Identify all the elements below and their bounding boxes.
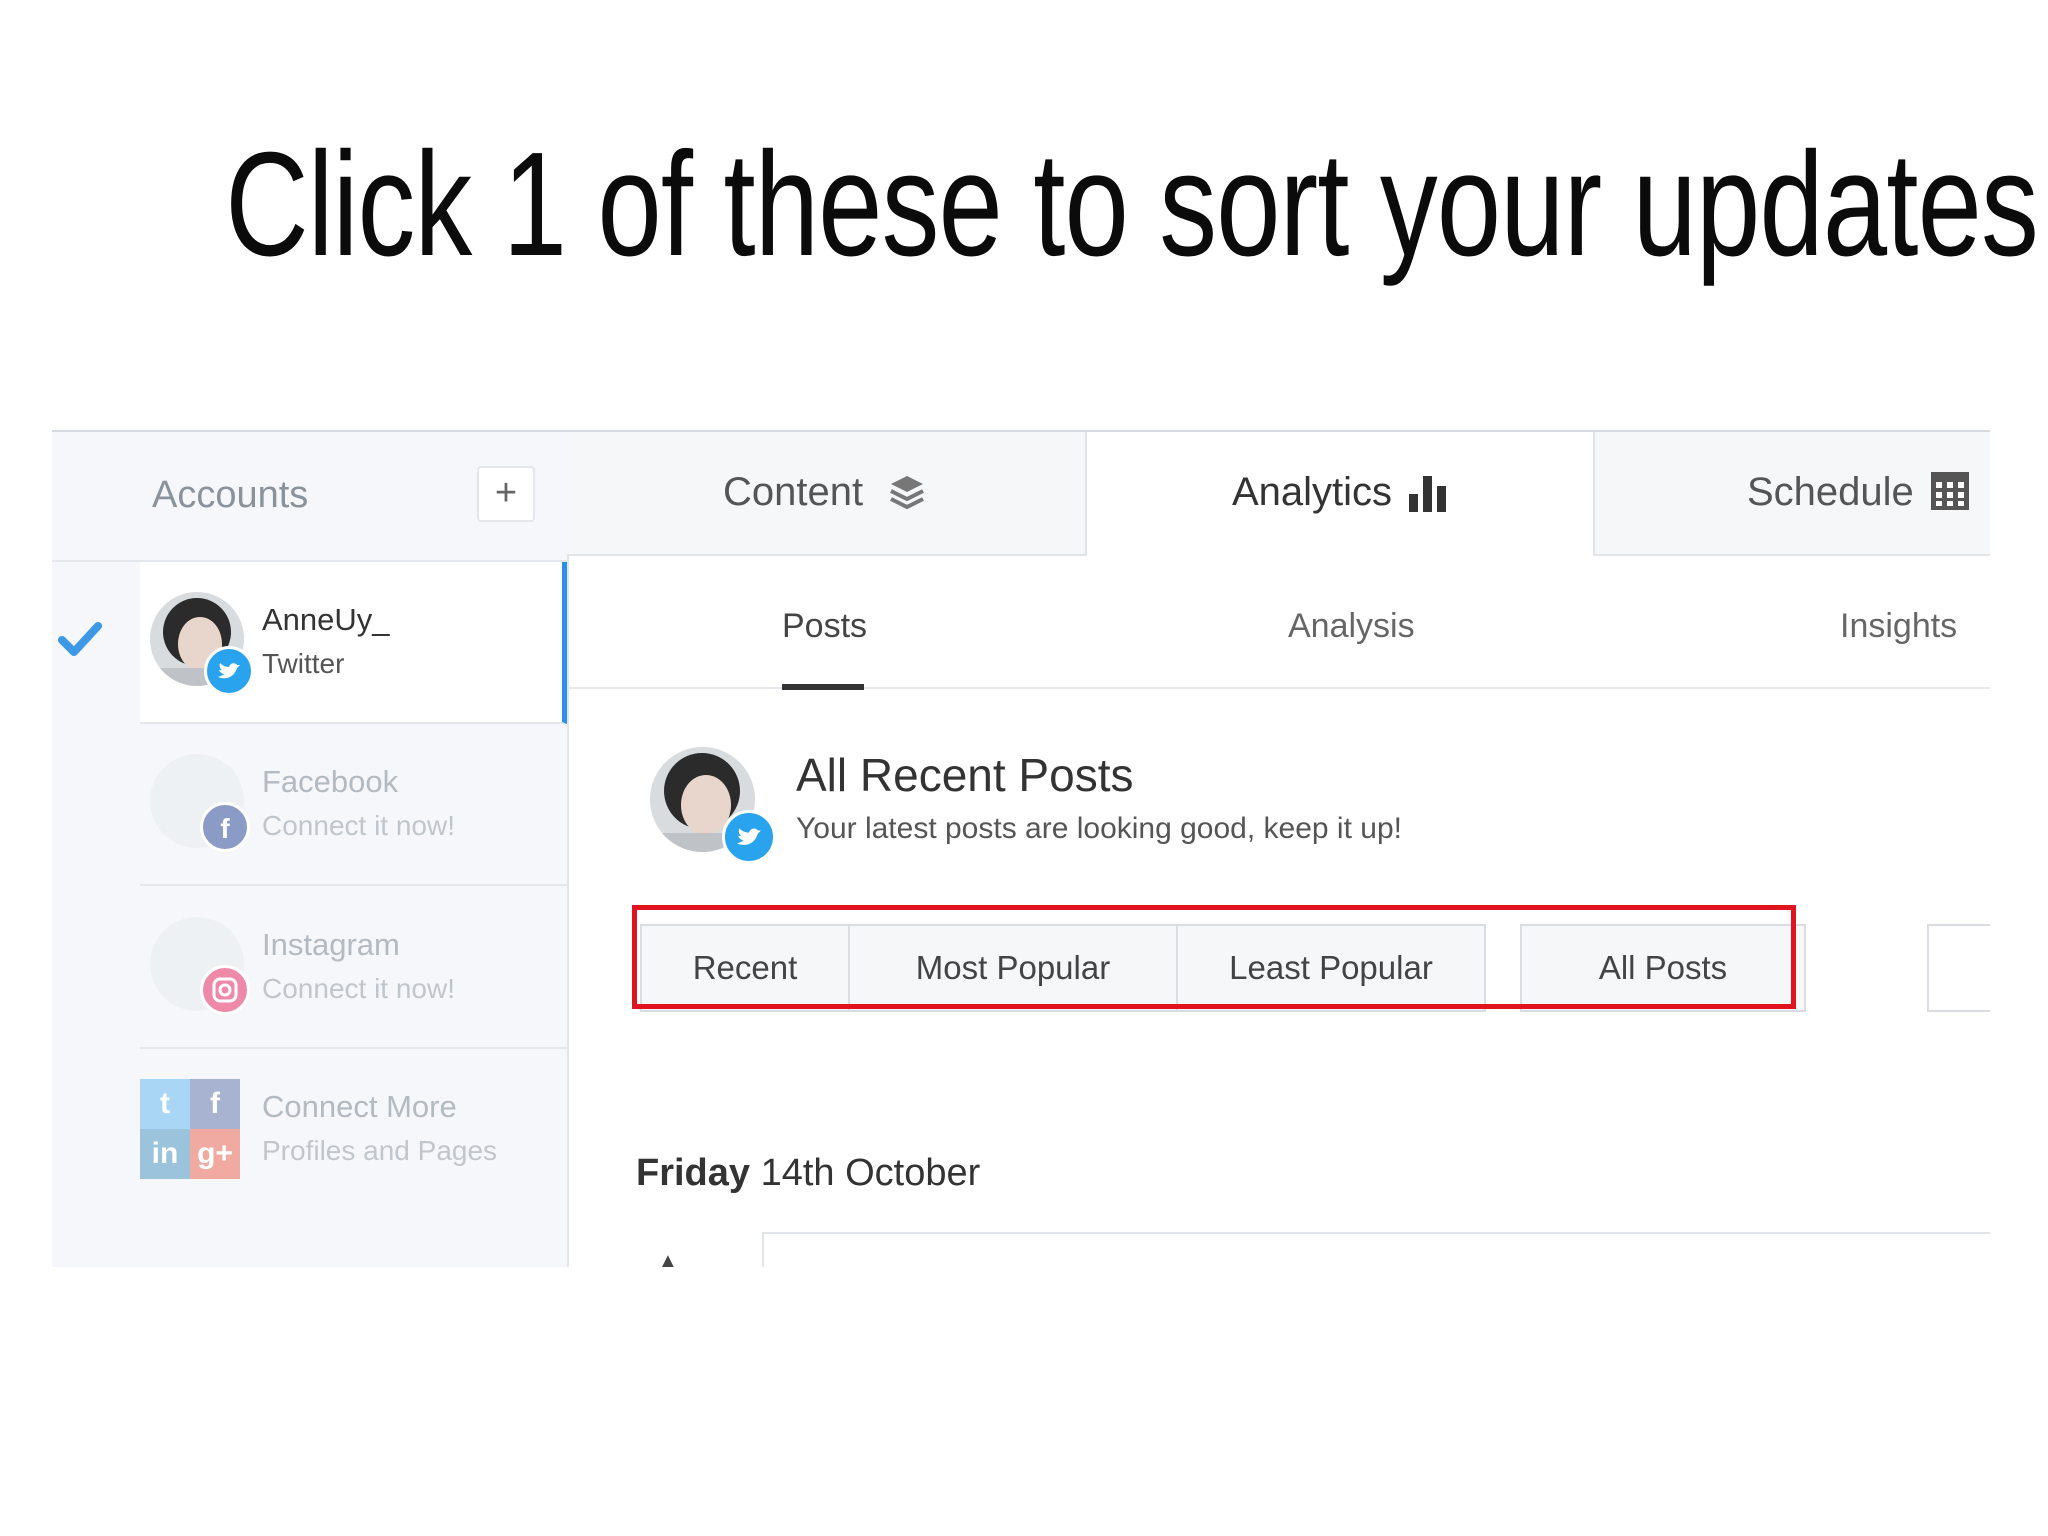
date-day: Friday <box>636 1152 751 1194</box>
caret-up-icon: ▲ <box>658 1250 678 1267</box>
subtab-active-indicator <box>782 684 864 690</box>
subtab-divider <box>567 687 1990 689</box>
sort-least-popular-button[interactable]: Least Popular <box>1176 924 1486 1012</box>
twitter-icon <box>722 810 776 864</box>
tab-content[interactable]: Content <box>567 432 1087 556</box>
connect-now-link[interactable]: Connect it now! <box>262 973 455 1005</box>
tab-schedule[interactable]: Schedule <box>1595 432 1990 556</box>
subtab-posts[interactable]: Posts <box>782 607 867 646</box>
account-item-twitter[interactable]: AnneUy_ Twitter <box>140 562 567 724</box>
sort-all-posts-button[interactable]: All Posts <box>1520 924 1806 1012</box>
account-name: Facebook <box>262 764 399 799</box>
tab-label: Schedule <box>1747 470 1914 514</box>
tab-label: Analytics <box>1232 470 1393 514</box>
account-name: Instagram <box>262 927 400 962</box>
feed-title: All Recent Posts <box>796 749 1134 801</box>
feed-subtitle: Your latest posts are looking good, keep… <box>796 812 1402 845</box>
layers-icon <box>890 476 924 510</box>
subtab-insights[interactable]: Insights <box>1840 607 1957 646</box>
calendar-icon <box>1931 472 1969 510</box>
facebook-icon: f <box>200 802 250 852</box>
social-grid-icon: t f in g+ <box>140 1079 240 1179</box>
connect-more-subtitle: Profiles and Pages <box>262 1135 498 1166</box>
add-account-button[interactable]: + <box>477 466 535 522</box>
accounts-header: Accounts + <box>52 432 567 562</box>
tab-label: Content <box>723 470 864 514</box>
date-heading: Friday 14th October <box>636 1152 980 1195</box>
connect-now-link[interactable]: Connect it now! <box>262 810 455 842</box>
instagram-icon <box>200 965 250 1015</box>
sort-most-popular-button[interactable]: Most Popular <box>848 924 1178 1012</box>
bar-chart-icon <box>1409 476 1446 512</box>
connect-more-title: Connect More <box>262 1089 457 1124</box>
connect-more-item[interactable]: t f in g+ Connect More Profiles and Page… <box>140 1049 567 1209</box>
account-item-facebook[interactable]: f Facebook Connect it now! <box>140 724 567 886</box>
account-item-instagram[interactable]: Instagram Connect it now! <box>140 887 567 1049</box>
svg-text:f: f <box>220 813 230 844</box>
headline: Click 1 of these to sort your updates. <box>225 122 2048 287</box>
date-rest: 14th October <box>750 1152 981 1194</box>
sort-recent-button[interactable]: Recent <box>640 924 850 1012</box>
linkedin-icon: in <box>140 1129 190 1179</box>
subtab-analysis[interactable]: Analysis <box>1288 607 1415 646</box>
twitter-icon: t <box>140 1079 190 1129</box>
twitter-icon <box>204 646 254 696</box>
account-network: Twitter <box>262 648 345 679</box>
app-window: Accounts + AnneUy_ Twitter f Facebook Co… <box>52 430 1990 1267</box>
accounts-title: Accounts <box>152 474 309 516</box>
googleplus-icon: g+ <box>190 1129 240 1179</box>
account-name: AnneUy_ <box>262 602 390 637</box>
accounts-sidebar: Accounts + AnneUy_ Twitter f Facebook Co… <box>52 432 569 1267</box>
extra-control[interactable] <box>1927 924 1990 1012</box>
check-icon <box>58 622 102 656</box>
tab-analytics[interactable]: Analytics <box>1087 432 1595 556</box>
post-card <box>762 1232 1990 1267</box>
facebook-icon: f <box>190 1079 240 1129</box>
